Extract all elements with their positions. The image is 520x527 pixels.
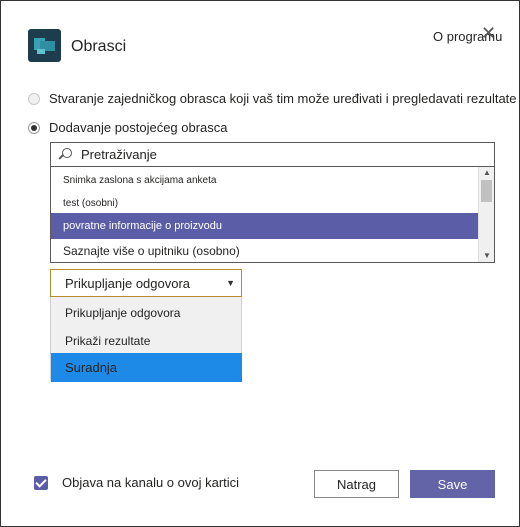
add-form-dialog: Obrasci O programu ✕ Stvaranje zajedničk… — [0, 0, 520, 527]
scroll-thumb[interactable] — [481, 180, 492, 202]
search-placeholder: Pretraživanje — [81, 147, 157, 162]
save-button[interactable]: Save — [410, 470, 495, 498]
back-button[interactable]: Natrag — [314, 470, 399, 498]
add-existing-form-option[interactable]: Dodavanje postojećeg obrasca — [28, 120, 228, 135]
mode-select-value: Prikupljanje odgovora — [65, 275, 191, 291]
mode-option-highlighted[interactable]: Suradnja — [51, 353, 242, 382]
forms-app-icon — [28, 29, 61, 62]
app-title: Obrasci — [71, 38, 127, 55]
mode-option[interactable]: Prikaži rezultate — [51, 327, 242, 355]
mode-options-list: Prikupljanje odgovora Prikaži rezultate … — [50, 297, 242, 382]
post-to-channel-checkbox[interactable] — [34, 475, 48, 490]
post-to-channel-label: Objava na kanalu o ovoj kartici — [62, 475, 240, 490]
scroll-up-icon[interactable]: ▲ — [483, 169, 491, 177]
create-shared-form-radio[interactable] — [28, 92, 40, 105]
form-list-item-selected[interactable]: povratne informacije o proizvodu — [51, 213, 480, 239]
form-list: Snimka zaslona s akcijama anketa test (o… — [50, 167, 495, 263]
close-icon[interactable]: ✕ — [481, 24, 496, 42]
form-list-item[interactable]: Saznajte više o upitniku (osobno) — [51, 239, 480, 262]
form-list-scrollbar[interactable]: ▲ ▼ — [478, 167, 494, 262]
form-list-item[interactable]: test (osobni) — [51, 193, 480, 213]
mode-option[interactable]: Prikupljanje odgovora — [51, 299, 242, 327]
create-shared-form-option[interactable]: Stvaranje zajedničkog obrasca koji vaš t… — [28, 91, 517, 106]
add-existing-form-label: Dodavanje postojećeg obrasca — [49, 120, 228, 135]
post-to-channel-option[interactable]: Objava na kanalu o ovoj kartici — [34, 475, 239, 490]
chevron-down-icon: ▼ — [226, 278, 235, 288]
add-existing-form-radio[interactable] — [28, 121, 40, 134]
create-shared-form-label: Stvaranje zajedničkog obrasca koji vaš t… — [49, 91, 517, 106]
form-list-item[interactable]: Snimka zaslona s akcijama anketa — [51, 167, 480, 193]
mode-select[interactable]: Prikupljanje odgovora ▼ — [50, 269, 242, 297]
search-input[interactable]: Pretraživanje — [50, 142, 495, 167]
search-icon — [58, 147, 73, 162]
scroll-down-icon[interactable]: ▼ — [483, 252, 491, 260]
